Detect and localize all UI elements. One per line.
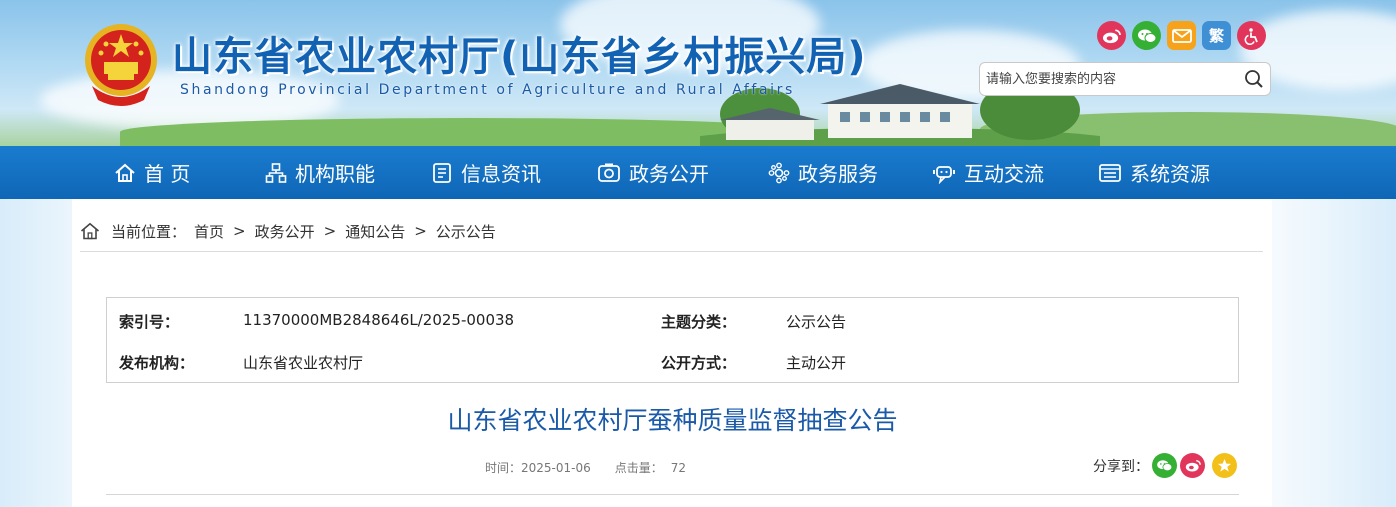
wechat-icon[interactable] bbox=[1132, 21, 1161, 50]
nav-item-service[interactable]: 政务服务 bbox=[768, 146, 878, 199]
nav-item-home[interactable]: 首 页 bbox=[114, 146, 190, 199]
nav-item-label: 政务公开 bbox=[629, 162, 709, 186]
article-info: 时间：2025-01-06 点击量： 72 bbox=[485, 459, 686, 476]
weibo-icon bbox=[1185, 459, 1201, 472]
click-count-label: 点击量： bbox=[614, 461, 663, 475]
publish-time-value: 2025-01-06 bbox=[521, 461, 591, 475]
search-button[interactable] bbox=[1238, 63, 1270, 95]
breadcrumb-prefix: 当前位置： bbox=[111, 222, 187, 241]
breadcrumb-link-announcements[interactable]: 公示公告 bbox=[436, 221, 496, 242]
content-divider bbox=[106, 494, 1239, 495]
breadcrumb-link-home[interactable]: 首页 bbox=[194, 221, 224, 242]
resources-icon bbox=[1099, 163, 1121, 182]
publish-time: 时间：2025-01-06 bbox=[485, 459, 591, 476]
breadcrumb-link-notices[interactable]: 通知公告 bbox=[345, 221, 405, 242]
breadcrumb-divider bbox=[80, 251, 1263, 252]
site-subtitle: Shandong Provincial Department of Agricu… bbox=[180, 82, 795, 98]
publish-time-label: 时间： bbox=[485, 461, 522, 475]
search-icon bbox=[1245, 70, 1263, 88]
nav-item-organization[interactable]: 机构职能 bbox=[265, 146, 375, 199]
publisher-value: 山东省农业农村厅 bbox=[243, 354, 364, 372]
breadcrumb-separator: > bbox=[414, 222, 427, 240]
national-emblem-icon bbox=[85, 24, 157, 106]
news-icon bbox=[433, 162, 451, 183]
disclosure-icon bbox=[598, 163, 620, 182]
service-icon bbox=[768, 162, 790, 183]
breadcrumb-link-disclosure[interactable]: 政务公开 bbox=[255, 221, 315, 242]
search-box bbox=[979, 62, 1271, 96]
nav-item-disclosure[interactable]: 政务公开 bbox=[597, 146, 709, 199]
nav-item-interaction[interactable]: 互动交流 bbox=[932, 146, 1044, 199]
nav-item-resources[interactable]: 系统资源 bbox=[1098, 146, 1210, 199]
click-count: 点击量： 72 bbox=[615, 459, 686, 476]
nav-item-label: 系统资源 bbox=[1130, 162, 1210, 186]
disclosure-mode-value: 主动公开 bbox=[786, 354, 847, 372]
index-number-value: 11370000MB2848646L/2025-00038 bbox=[243, 311, 515, 329]
weibo-icon[interactable] bbox=[1097, 21, 1126, 50]
nav-item-label: 机构职能 bbox=[295, 162, 375, 186]
topic-category-value: 公示公告 bbox=[786, 313, 847, 331]
share-qzone-button[interactable] bbox=[1212, 453, 1237, 478]
share-label: 分享到： bbox=[1093, 458, 1149, 475]
document-metadata-table: 索引号： 11370000MB2848646L/2025-00038 主题分类：… bbox=[106, 297, 1239, 383]
nav-item-label: 信息资讯 bbox=[461, 162, 541, 186]
index-number-label: 索引号： bbox=[119, 313, 180, 331]
publisher-label: 发布机构： bbox=[119, 354, 195, 372]
share-bar: 分享到： bbox=[1093, 453, 1237, 478]
wechat-icon bbox=[1157, 460, 1173, 472]
search-input[interactable] bbox=[980, 63, 1238, 95]
click-count-value: 72 bbox=[670, 461, 687, 475]
home-icon bbox=[115, 163, 135, 182]
social-links: 繁 bbox=[1097, 21, 1266, 50]
interaction-icon bbox=[933, 165, 955, 184]
article-title: 山东省农业农村厅蚕种质量监督抽查公告 bbox=[447, 406, 898, 435]
organization-icon bbox=[265, 162, 287, 183]
site-header: 山东省农业农村厅(山东省乡村振兴局) Shandong Provincial D… bbox=[0, 0, 1396, 146]
disclosure-mode-label: 公开方式： bbox=[661, 354, 737, 372]
topic-category-label: 主题分类： bbox=[661, 313, 737, 331]
breadcrumb-separator: > bbox=[323, 222, 337, 240]
nav-item-label: 互动交流 bbox=[964, 162, 1044, 186]
mail-icon[interactable] bbox=[1167, 21, 1196, 50]
nav-item-label: 首 页 bbox=[144, 162, 191, 186]
accessibility-icon[interactable] bbox=[1237, 21, 1266, 50]
traditional-chinese-button[interactable]: 繁 bbox=[1202, 21, 1231, 50]
breadcrumb: 当前位置： 首页 > 政务公开 > 通知公告 > 公示公告 bbox=[80, 219, 496, 243]
share-wechat-button[interactable] bbox=[1152, 453, 1177, 478]
nav-item-news[interactable]: 信息资讯 bbox=[431, 146, 541, 199]
breadcrumb-separator: > bbox=[233, 222, 246, 240]
main-nav: 首 页 机构职能 信息资讯 政务公开 政务服务 互动交流 系统资源 bbox=[0, 146, 1396, 199]
nav-item-label: 政务服务 bbox=[798, 162, 878, 186]
share-weibo-button[interactable] bbox=[1180, 453, 1205, 478]
home-icon bbox=[80, 222, 100, 240]
site-title: 山东省农业农村厅(山东省乡村振兴局) bbox=[172, 34, 867, 80]
qzone-icon bbox=[1217, 458, 1232, 472]
